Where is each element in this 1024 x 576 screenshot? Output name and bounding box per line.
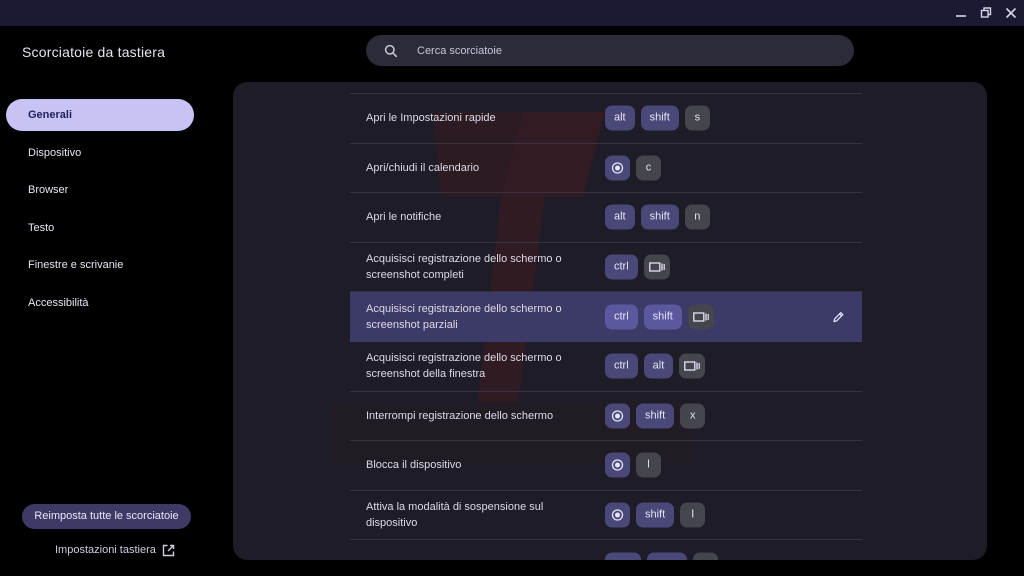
shortcut-keys: alt shift n <box>605 204 710 230</box>
key-n: n <box>684 204 710 230</box>
sidebar-item-generali[interactable]: Generali <box>6 99 194 131</box>
key-placeholder <box>647 552 687 560</box>
key-s: s <box>684 105 710 131</box>
sidebar-item-dispositivo[interactable]: Dispositivo <box>6 137 194 169</box>
sidebar-item-finestre-e-scrivanie[interactable]: Finestre e scrivanie <box>6 249 194 281</box>
key-alt: alt <box>643 353 674 379</box>
launcher-icon <box>605 452 630 478</box>
shortcut-label: Acquisisci registrazione dello schermo o… <box>366 352 562 381</box>
shortcut-keys: ctrl alt <box>605 353 706 379</box>
search-input[interactable] <box>417 44 817 57</box>
show-windows-icon <box>643 254 670 280</box>
shortcut-label: Apri le notifiche <box>366 211 442 224</box>
key-placeholder <box>605 552 641 560</box>
shortcut-keys: alt shift s <box>605 105 710 131</box>
shortcut-row[interactable]: Acquisisci registrazione dello schermo o… <box>350 342 862 392</box>
app-title: Scorciatoie da tastiera <box>22 44 166 60</box>
shortcut-label: Apri le Impostazioni rapide <box>366 112 496 125</box>
search-bar[interactable] <box>366 35 854 66</box>
shortcut-row-selected[interactable]: Acquisisci registrazione dello schermo o… <box>350 292 862 342</box>
key-placeholder <box>693 552 718 560</box>
key-ctrl: ctrl <box>605 254 638 280</box>
search-icon <box>384 44 398 57</box>
title-bar <box>0 0 1024 26</box>
restore-icon[interactable] <box>976 4 996 22</box>
shortcut-label: Acquisisci registrazione dello schermo o… <box>366 253 562 282</box>
key-shift: shift <box>636 502 675 528</box>
shortcut-row[interactable]: Attiva la modalità di sospensione sul di… <box>350 491 862 541</box>
sidebar-item-testo[interactable]: Testo <box>6 212 194 244</box>
pencil-icon[interactable] <box>832 310 845 323</box>
shortcut-row-partial[interactable] <box>350 540 862 560</box>
shortcut-keys: l <box>605 452 661 478</box>
shortcut-row[interactable]: Blocca il dispositivo l <box>350 441 862 491</box>
external-link-icon <box>162 544 175 556</box>
key-l: l <box>636 452 661 478</box>
shortcut-label: Apri/chiudi il calendario <box>366 161 480 174</box>
key-alt: alt <box>605 204 635 230</box>
close-icon[interactable] <box>1001 4 1021 22</box>
reset-all-shortcuts-button[interactable]: Reimposta tutte le scorciatoie <box>22 504 191 529</box>
minimize-icon[interactable] <box>951 4 971 22</box>
shortcut-keys: ctrl shift <box>605 304 714 330</box>
keyboard-settings-link[interactable]: Impostazioni tastiera <box>55 542 175 558</box>
key-shift: shift <box>640 204 679 230</box>
shortcut-keys: shift x <box>605 403 706 429</box>
shortcut-keys: ctrl <box>605 254 670 280</box>
launcher-icon <box>605 502 630 528</box>
shortcut-label: Attiva la modalità di sospensione sul di… <box>366 501 544 530</box>
show-windows-icon <box>687 304 714 330</box>
sidebar-nav: Generali Dispositivo Browser Testo Fines… <box>6 99 194 324</box>
shortcut-row[interactable]: Apri/chiudi il calendario c <box>350 144 862 194</box>
launcher-icon <box>605 155 630 181</box>
key-x: x <box>680 403 706 429</box>
shortcut-row[interactable]: Acquisisci registrazione dello schermo o… <box>350 243 862 293</box>
shortcut-keys: shift l <box>605 502 706 528</box>
key-ctrl: ctrl <box>605 304 638 330</box>
shortcut-label: Acquisisci registrazione dello schermo o… <box>366 302 562 331</box>
keyboard-settings-label: Impostazioni tastiera <box>55 544 156 556</box>
key-c: c <box>636 155 661 181</box>
shortcut-row[interactable]: Interrompi registrazione dello schermo s… <box>350 392 862 442</box>
key-shift: shift <box>636 403 675 429</box>
shortcut-keys: c <box>605 155 661 181</box>
shortcut-keys <box>605 552 718 560</box>
shortcut-list: Apri le Impostazioni rapide alt shift s … <box>350 93 862 560</box>
key-alt: alt <box>605 105 635 131</box>
show-windows-icon <box>679 353 706 379</box>
shortcut-row[interactable]: Apri le notifiche alt shift n <box>350 193 862 243</box>
shortcut-label: Interrompi registrazione dello schermo <box>366 409 554 422</box>
shortcut-label: Blocca il dispositivo <box>366 459 462 472</box>
shortcut-row[interactable]: Apri le Impostazioni rapide alt shift s <box>350 94 862 144</box>
key-shift: shift <box>640 105 679 131</box>
sidebar-item-accessibilita[interactable]: Accessibilità <box>6 287 194 319</box>
shortcuts-panel[interactable]: Apri le Impostazioni rapide alt shift s … <box>233 82 987 560</box>
launcher-icon <box>605 403 630 429</box>
key-shift: shift <box>643 304 682 330</box>
sidebar-item-browser[interactable]: Browser <box>6 174 194 206</box>
key-l: l <box>680 502 706 528</box>
key-ctrl: ctrl <box>605 353 638 379</box>
